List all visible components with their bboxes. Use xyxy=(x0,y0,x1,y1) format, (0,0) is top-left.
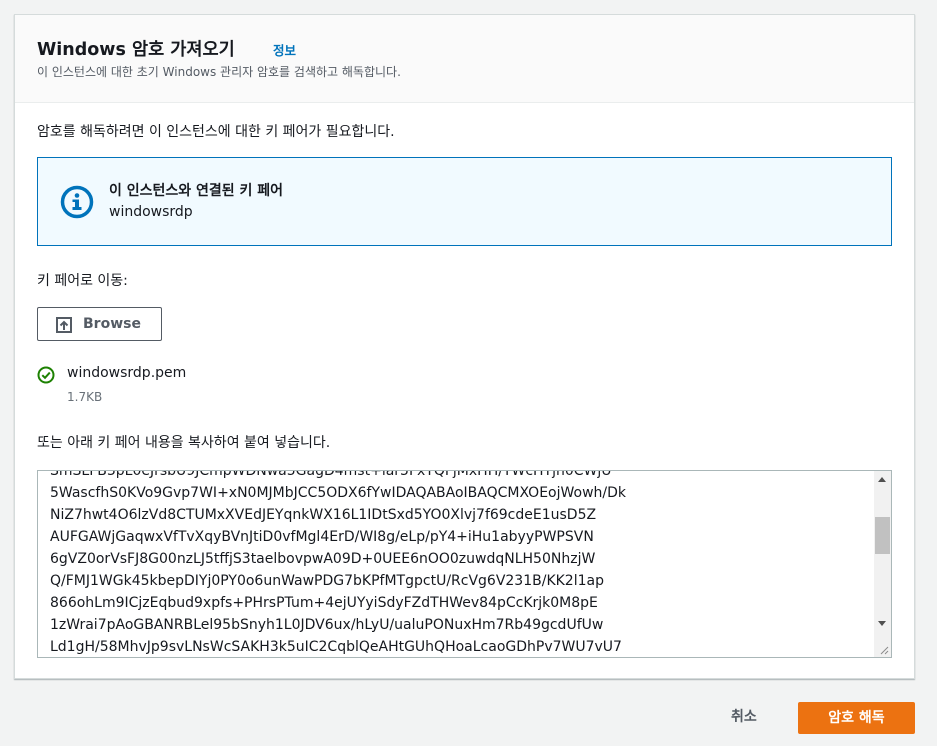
file-name: windowsrdp.pem xyxy=(67,365,187,381)
textarea-scrollbar[interactable] xyxy=(874,471,891,657)
browse-button[interactable]: Browse xyxy=(37,307,162,341)
page-title: Windows 암호 가져오기 xyxy=(37,40,235,60)
decrypt-password-button[interactable]: 암호 해독 xyxy=(798,702,915,734)
panel-header: Windows 암호 가져오기 정보 이 인스턴스에 대한 초기 Windows… xyxy=(15,15,914,103)
alert-heading: 이 인스턴스와 연결된 키 페어 xyxy=(109,183,284,199)
browse-button-label: Browse xyxy=(83,316,141,332)
page-subtitle: 이 인스턴스에 대한 초기 Windows 관리자 암호를 검색하고 해독합니다… xyxy=(37,65,401,79)
info-icon xyxy=(60,185,94,219)
key-pair-textarea[interactable]: SmSLFB3pL0eJrsbU9JCmpWDNwa5GagD4mst+lar5… xyxy=(37,470,892,658)
scroll-down-arrow-icon[interactable] xyxy=(878,621,886,626)
upload-icon xyxy=(56,317,72,333)
check-circle-icon xyxy=(37,366,55,384)
info-link[interactable]: 정보 xyxy=(273,40,296,59)
key-pair-info-alert: 이 인스턴스와 연결된 키 페어 windowsrdp xyxy=(37,157,892,246)
key-pair-contents: SmSLFB3pL0eJrsbU9JCmpWDNwa5GagD4mst+lar5… xyxy=(50,470,627,655)
key-pair-required-text: 암호를 해독하려면 이 인스턴스에 대한 키 페어가 필요합니다. xyxy=(37,124,395,140)
get-windows-password-panel: Windows 암호 가져오기 정보 이 인스턴스에 대한 초기 Windows… xyxy=(14,14,915,679)
file-size: 1.7KB xyxy=(67,390,103,404)
navigate-key-pair-label: 키 페어로 이동: xyxy=(37,273,128,289)
cancel-button[interactable]: 취소 xyxy=(731,706,757,726)
key-pair-name: windowsrdp xyxy=(109,204,193,220)
paste-key-label: 또는 아래 키 페어 내용을 복사하여 붙여 넣습니다. xyxy=(37,435,331,451)
scroll-up-arrow-icon[interactable] xyxy=(878,477,886,482)
resize-grip-icon[interactable] xyxy=(878,644,889,655)
scroll-thumb[interactable] xyxy=(875,517,890,554)
